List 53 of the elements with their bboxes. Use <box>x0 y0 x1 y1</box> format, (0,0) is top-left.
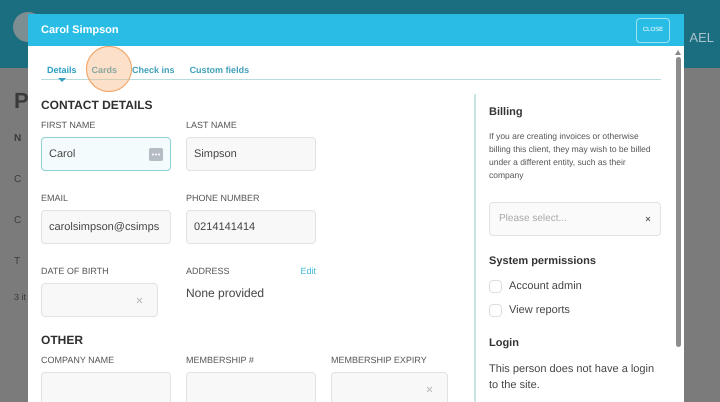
tab[interactable]: Details <box>47 64 77 78</box>
field-label: COMPANY NAME <box>41 355 116 366</box>
field-value: Simpson <box>194 146 238 162</box>
billing-description: If you are creating invoices or otherwise billing this client, they may wish to be billed under a different entity, such as their company <box>489 130 652 182</box>
checkbox-label: Account admin <box>509 278 582 294</box>
field-label: LAST NAME <box>186 120 238 131</box>
field-label: MEMBERSHIP EXPIRY <box>331 355 428 366</box>
user-name: AEL <box>689 29 714 47</box>
field-label: EMAIL <box>41 193 70 204</box>
tab[interactable]: Cards <box>92 64 118 78</box>
field-label: PHONE NUMBER <box>186 193 261 204</box>
text-field[interactable]: Carol <box>41 137 171 171</box>
page-heading: P <box>14 87 29 115</box>
item-count: 3 it <box>14 291 26 304</box>
section-title: Billing <box>489 105 524 120</box>
column-header: N <box>14 132 22 146</box>
tab-indicator <box>58 78 66 82</box>
date-field[interactable] <box>41 283 158 317</box>
checkbox[interactable] <box>489 304 502 316</box>
field-label: FIRST NAME <box>41 120 96 131</box>
address-value: None provided <box>186 285 266 302</box>
checkbox[interactable] <box>489 280 502 292</box>
field-value: carolsimpson@csimps <box>49 220 160 235</box>
row-text: C <box>14 173 22 187</box>
select-placeholder: Please select... <box>499 212 567 226</box>
field-value: 0214141414 <box>194 220 256 235</box>
section-title: OTHER <box>41 332 84 349</box>
section-title: CONTACT DETAILS <box>41 97 154 114</box>
tab[interactable]: Check ins <box>132 64 175 78</box>
login-text: This person does not have a login to the site. <box>489 362 656 392</box>
section-title: System permissions <box>489 254 597 268</box>
checkbox-label: View reports <box>509 302 570 318</box>
text-field[interactable] <box>41 372 171 402</box>
row-text: C <box>14 214 22 228</box>
text-field[interactable]: 0214141414 <box>186 210 316 244</box>
text-field[interactable] <box>186 372 316 402</box>
tab[interactable]: Custom fields <box>190 64 250 78</box>
select-field[interactable]: Please select... <box>489 202 661 236</box>
dialog-title: Carol Simpson <box>41 22 119 38</box>
clear-icon[interactable] <box>645 216 651 222</box>
field-label: ADDRESS <box>186 264 230 278</box>
row-text: T <box>14 255 20 269</box>
scroll-up-icon[interactable] <box>675 50 681 55</box>
edit-link[interactable]: Edit <box>300 264 316 278</box>
field-label: MEMBERSHIP # <box>186 355 255 366</box>
text-field[interactable]: carolsimpson@csimps <box>41 210 171 244</box>
more-icon[interactable] <box>149 148 163 160</box>
date-field[interactable] <box>331 372 448 402</box>
section-title: Login <box>489 336 520 351</box>
click-highlight <box>86 46 132 92</box>
field-value: Carol <box>49 146 76 162</box>
text-field[interactable]: Simpson <box>186 137 316 171</box>
field-label: DATE OF BIRTH <box>41 266 110 277</box>
